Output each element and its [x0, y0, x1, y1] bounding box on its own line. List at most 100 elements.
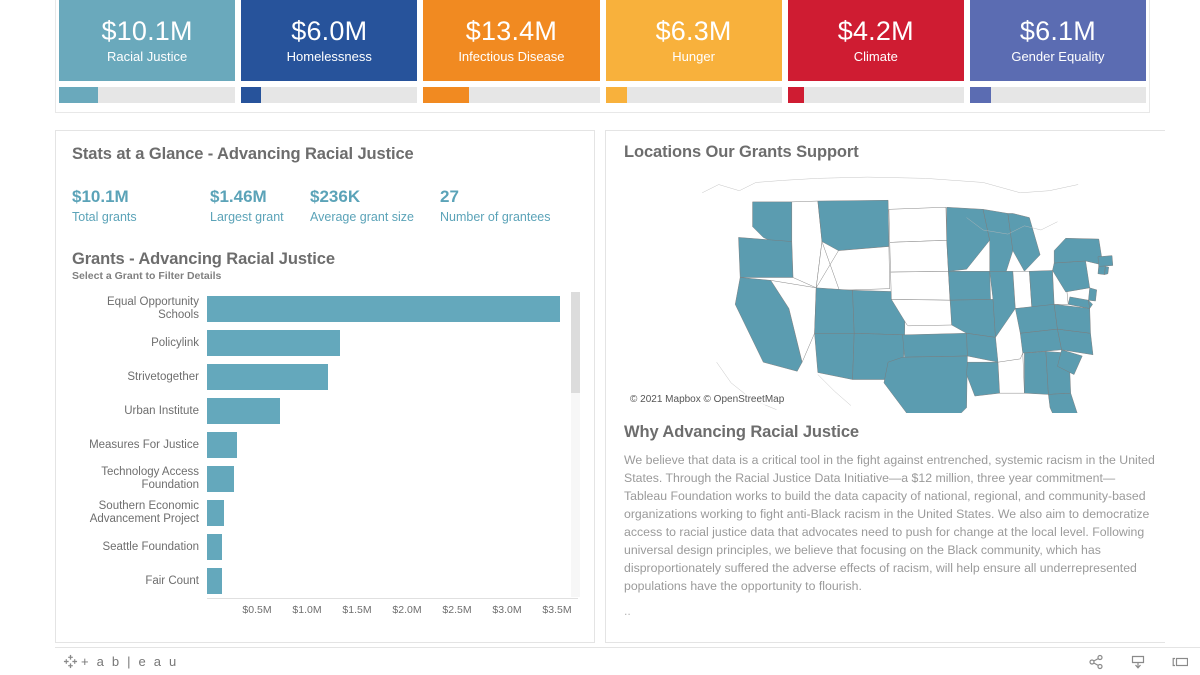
map-state-ia[interactable]: [948, 271, 991, 301]
kpi-value: $13.4M: [465, 16, 558, 47]
us-choropleth-map[interactable]: © 2021 Mapbox © OpenStreetMap: [618, 168, 1165, 441]
map-state-sd[interactable]: [889, 240, 949, 273]
chart-scrollbar-thumb[interactable]: [571, 292, 580, 393]
map-state-ny[interactable]: [1053, 238, 1104, 266]
map-state-ky[interactable]: [1015, 304, 1058, 334]
kpi-card-infectious-disease[interactable]: $13.4M Infectious Disease: [423, 0, 600, 81]
bar[interactable]: [207, 398, 280, 425]
map-state-ri[interactable]: [1104, 266, 1109, 275]
map-state-ne[interactable]: [890, 271, 951, 301]
kpi-progress-track[interactable]: [787, 87, 964, 103]
axis-tick-label: $0.5M: [242, 604, 272, 617]
bar-row[interactable]: Measures For Justice: [72, 428, 578, 462]
why-section-body: We believe that data is a critical tool …: [624, 453, 1155, 594]
map-state-va[interactable]: [1053, 304, 1091, 334]
map-state-ut[interactable]: [814, 287, 855, 334]
map-state-ar[interactable]: [966, 333, 999, 363]
bar[interactable]: [207, 466, 234, 493]
map-state-or[interactable]: [738, 237, 794, 278]
kpi-progress-track[interactable]: [59, 87, 236, 103]
kpi-card-list: $10.1M Racial Justice $6.0M Homelessness $13…: [56, 0, 1149, 81]
kpi-label: Infectious Disease: [458, 48, 565, 64]
bar-category-label: Technology Access Foundation: [101, 466, 199, 492]
map-state-mi[interactable]: [1007, 213, 1041, 272]
kpi-progress-track[interactable]: [241, 87, 418, 103]
bar-row[interactable]: Equal Opportunity Schools: [72, 292, 578, 326]
bar-row[interactable]: Policylink: [72, 326, 578, 360]
map-state-mt[interactable]: [817, 199, 890, 251]
bar[interactable]: [207, 330, 340, 357]
bar[interactable]: [207, 296, 560, 323]
stat-value: $1.46M: [210, 187, 267, 206]
map-state-tn[interactable]: [1020, 328, 1062, 354]
bar[interactable]: [207, 432, 237, 459]
stat-item: 27 Number of grantees: [440, 186, 570, 224]
kpi-card-racial-justice[interactable]: $10.1M Racial Justice: [59, 0, 236, 81]
bar-row[interactable]: Strivetogether: [72, 360, 578, 394]
bar[interactable]: [207, 364, 328, 391]
share-icon[interactable]: [1088, 654, 1104, 670]
bar-category-label: Measures For Justice: [89, 438, 199, 451]
bar[interactable]: [207, 568, 222, 595]
map-state-ma[interactable]: [1097, 255, 1114, 267]
bar-row[interactable]: Technology Access Foundation: [72, 462, 578, 496]
stat-label: Total grants: [72, 210, 137, 225]
kpi-progress-track[interactable]: [969, 87, 1147, 103]
kpi-label: Homelessness: [286, 48, 372, 64]
stat-label: Number of grantees: [440, 210, 551, 225]
map-state-ms[interactable]: [997, 352, 1025, 394]
map-state-mn[interactable]: [946, 207, 990, 272]
kpi-strip: $10.1M Racial Justice $6.0M Homelessness $13…: [55, 0, 1150, 113]
kpi-progress-track[interactable]: [605, 87, 782, 103]
kpi-value: $4.2M: [837, 16, 914, 47]
bar-category-label: Policylink: [151, 336, 199, 349]
map-state-mo[interactable]: [949, 299, 996, 338]
map-svg: [702, 176, 1114, 441]
download-icon[interactable]: [1130, 654, 1146, 670]
bar-category-label: Southern Economic Advancement Project: [89, 500, 199, 526]
kpi-label: Hunger: [672, 48, 715, 64]
tableau-wordmark: + a b | e a u: [81, 654, 179, 669]
map-state-la[interactable]: [966, 361, 1000, 397]
bar-row[interactable]: Urban Institute: [72, 394, 578, 428]
dashboard-root: $10.1M Racial Justice $6.0M Homelessness $13…: [0, 0, 1200, 675]
bar-row[interactable]: Southern Economic Advancement Project: [72, 496, 578, 530]
map-state-tx[interactable]: [883, 355, 968, 433]
map-and-why-panel: Locations Our Grants Support © 2021 Mapb…: [605, 130, 1165, 643]
kpi-progress-track[interactable]: [423, 87, 600, 103]
kpi-progress-fill: [423, 87, 470, 103]
kpi-card-hunger[interactable]: $6.3M Hunger: [605, 0, 782, 81]
tableau-brand[interactable]: + a b | e a u: [63, 654, 178, 669]
bar-track: [207, 394, 578, 428]
stat-label: Largest grant: [210, 210, 284, 225]
kpi-progress-fill: [59, 87, 98, 103]
stat-value: $10.1M: [72, 187, 129, 206]
map-state-az[interactable]: [814, 333, 855, 380]
map-state-al[interactable]: [1024, 351, 1049, 395]
kpi-value: $6.3M: [655, 16, 732, 47]
stat-item: $1.46M Largest grant: [210, 186, 310, 224]
kpi-card-climate[interactable]: $4.2M Climate: [787, 0, 964, 81]
kpi-card-gender-equality[interactable]: $6.1M Gender Equality: [969, 0, 1147, 81]
bar-row[interactable]: Fair Count: [72, 564, 578, 598]
map-state-fl[interactable]: [1048, 392, 1079, 441]
map-state-nd[interactable]: [888, 207, 947, 243]
kpi-progress-fill: [969, 87, 991, 103]
kpi-card-homelessness[interactable]: $6.0M Homelessness: [241, 0, 418, 81]
stats-panel-title: Stats at a Glance - Advancing Racial Jus…: [72, 145, 414, 163]
bar[interactable]: [207, 534, 222, 561]
map-state-nj[interactable]: [1088, 287, 1097, 302]
tableau-logo-icon: [63, 654, 78, 669]
map-state-id[interactable]: [791, 200, 823, 289]
chart-scrollbar[interactable]: [571, 292, 580, 598]
stat-item: $10.1M Total grants: [72, 186, 210, 224]
map-state-oh[interactable]: [1029, 270, 1055, 309]
grants-chart-title: Grants - Advancing Racial Justice: [72, 250, 335, 269]
map-state-in[interactable]: [1012, 271, 1033, 309]
fullscreen-icon[interactable]: [1172, 654, 1188, 670]
bar[interactable]: [207, 500, 224, 527]
bar-category-label: Urban Institute: [124, 404, 199, 417]
bar-row[interactable]: Seattle Foundation: [72, 530, 578, 564]
map-state-ok[interactable]: [902, 333, 968, 358]
map-state-wa[interactable]: [752, 201, 793, 246]
